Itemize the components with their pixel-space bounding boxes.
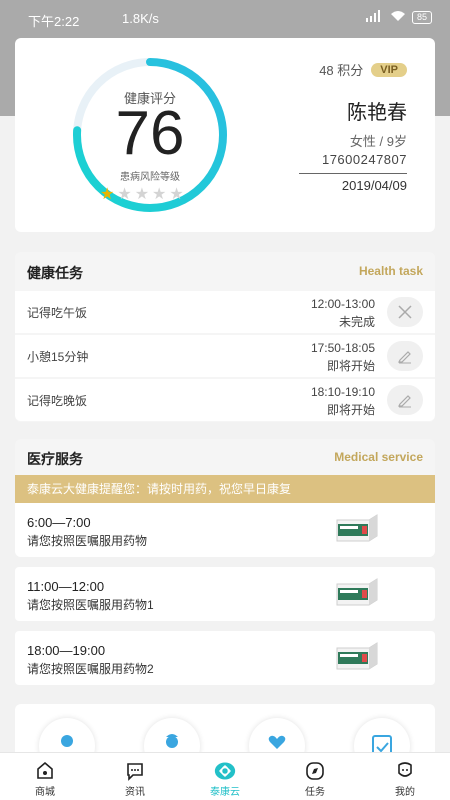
task-status: 即将开始 [326,403,375,417]
medication-time: 6:00—7:00 [27,515,91,530]
profile-date: 2019/04/09 [341,178,407,193]
battery-icon: 85 [411,10,432,24]
profile-divider [299,173,407,174]
medication-time: 11:00—12:00 [27,579,105,594]
medicine-box-icon [335,512,379,544]
task-row[interactable]: 记得吃晚饭 18:10-19:10 即将开始 [15,379,435,421]
nav-label: 我的 [395,787,415,798]
medication-row[interactable]: 11:00—12:00 请您按照医嘱服用药物1 [15,567,435,621]
status-bar: 下午2:22 1.8K/s 85 [0,0,450,36]
medical-service-header: 医疗服务 Medical service [15,439,435,475]
wifi-icon [390,10,406,24]
close-icon[interactable] [387,297,423,327]
nav-label: 泰康云 [210,787,240,798]
health-score-gauge: 健康评分 76 患病风险等级 ★ ★ ★ ★ ★ [52,56,248,218]
risk-star-icon: ★ [117,186,132,203]
risk-level-label: 患病风险等级 [120,172,180,183]
medication-reminder: 泰康云大健康提醒您：请按时用药，祝您早日康复 [15,475,435,503]
user-gender-age: 女性 / 9岁 [349,134,407,149]
health-task-header: 健康任务 Health task [15,252,435,290]
task-status: 即将开始 [326,359,375,373]
nav-label: 商城 [35,787,55,798]
task-time: 17:50-18:05 [310,341,375,355]
profile-card: 健康评分 76 患病风险等级 ★ ★ ★ ★ ★ 48 积分 VIP 陈艳春 女性 / … [15,38,435,232]
chat-icon [124,761,146,781]
profile-icon [394,761,416,781]
status-speed: 1.8K/s [122,11,159,26]
user-name: 陈艳春 [347,102,407,124]
status-icons: 85 [365,10,432,24]
nav-item-shop[interactable]: 商城 [0,753,90,800]
status-time: 下午2:22 [28,14,80,29]
medicine-box-icon [335,576,379,608]
compass-icon [304,761,326,781]
task-status: 未完成 [338,315,375,329]
risk-star-icon: ★ [134,186,150,203]
medicine-box-icon [335,640,379,672]
task-name: 记得吃午饭 [27,306,88,320]
signal-icon [365,10,384,24]
task-time: 12:00-13:00 [310,297,375,311]
nav-item-news[interactable]: 资讯 [90,753,180,800]
health-task-card: 健康任务 Health task 记得吃午饭 12:00-13:00 未完成 小… [15,252,435,422]
medication-row[interactable]: 6:00—7:00 请您按照医嘱服用药物 [15,503,435,557]
nav-item-mine[interactable]: 我的 [360,753,450,800]
home-icon [34,761,56,781]
task-row[interactable]: 记得吃午饭 12:00-13:00 未完成 [15,291,435,333]
health-task-subtitle[interactable]: Health task [359,264,423,278]
medical-service-title: 医疗服务 [27,451,83,467]
medical-service-subtitle[interactable]: Medical service [334,450,423,464]
medication-time: 18:00—19:00 [27,643,106,658]
risk-stars: ★ ★ ★ ★ ★ [100,184,184,204]
task-name: 记得吃晚饭 [27,394,88,408]
task-row[interactable]: 小憩15分钟 17:50-18:05 即将开始 [15,335,435,377]
vip-badge: VIP [371,62,407,77]
nav-item-taikangyun[interactable]: 泰康云 [180,753,270,800]
risk-star-icon: ★ [152,186,167,203]
risk-star-icon: ★ [100,186,115,203]
health-score: 76 [115,99,185,168]
edit-icon[interactable] [387,385,423,415]
cloud-logo-icon [214,761,236,781]
nav-label: 任务 [305,787,325,798]
task-name: 小憩15分钟 [27,350,89,364]
edit-icon[interactable] [387,341,423,371]
points-value: 48 积分 [319,63,364,78]
medication-text: 请您按照医嘱服用药物 [27,534,148,548]
nav-label: 资讯 [125,787,145,798]
medication-text: 请您按照医嘱服用药物2 [27,662,154,676]
medication-row[interactable]: 18:00—19:00 请您按照医嘱服用药物2 [15,631,435,685]
points-row: 48 积分 VIP [319,60,407,79]
bottom-navigation: 商城 资讯 泰康云 任务 我的 [0,752,450,800]
medication-text: 请您按照医嘱服用药物1 [27,598,154,612]
user-phone: 17600247807 [321,152,407,167]
task-time: 18:10-19:10 [310,385,375,399]
health-task-title: 健康任务 [27,265,83,281]
risk-star-icon: ★ [169,186,184,203]
medical-service-card: 医疗服务 Medical service 泰康云大健康提醒您：请按时用药，祝您早… [15,439,435,557]
nav-item-task[interactable]: 任务 [270,753,360,800]
